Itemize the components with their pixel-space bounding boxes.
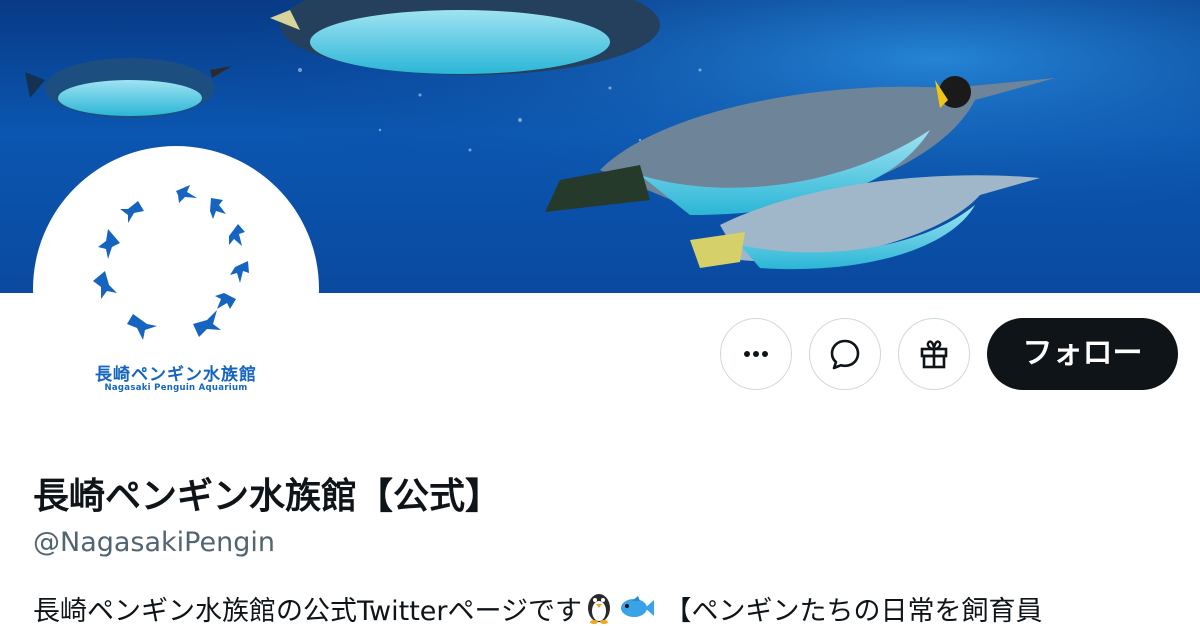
more-options-button[interactable] [720, 318, 792, 390]
penguin-ring-logo-icon [93, 185, 249, 340]
penguin-emoji-icon [582, 590, 616, 627]
gift-button[interactable] [898, 318, 970, 390]
profile-handle: @NagasakiPengin [33, 527, 275, 558]
gift-icon [920, 340, 948, 369]
more-horizontal-icon [744, 351, 768, 357]
profile-avatar[interactable]: 長崎ペンギン水族館 Nagasaki Penguin Aquarium [33, 146, 319, 432]
follow-button[interactable]: フォロー [987, 318, 1178, 390]
avatar-logo-english-text: Nagasaki Penguin Aquarium [104, 383, 248, 393]
profile-display-name: 長崎ペンギン水族館【公式】 [33, 476, 502, 517]
bio-text: 長崎ペンギン水族館の公式Twitterページです [33, 596, 582, 627]
message-button[interactable] [809, 318, 881, 390]
avatar-logo-japanese-text: 長崎ペンギン水族館 [95, 365, 257, 385]
profile-bio: 長崎ペンギン水族館の公式Twitterページです 【ペンギンたちの日常を飼育員 [33, 589, 1200, 627]
message-icon [830, 339, 860, 370]
bio-continued-text: 【ペンギンたちの日常を飼育員 [664, 596, 1043, 627]
fish-emoji-icon [616, 590, 656, 627]
